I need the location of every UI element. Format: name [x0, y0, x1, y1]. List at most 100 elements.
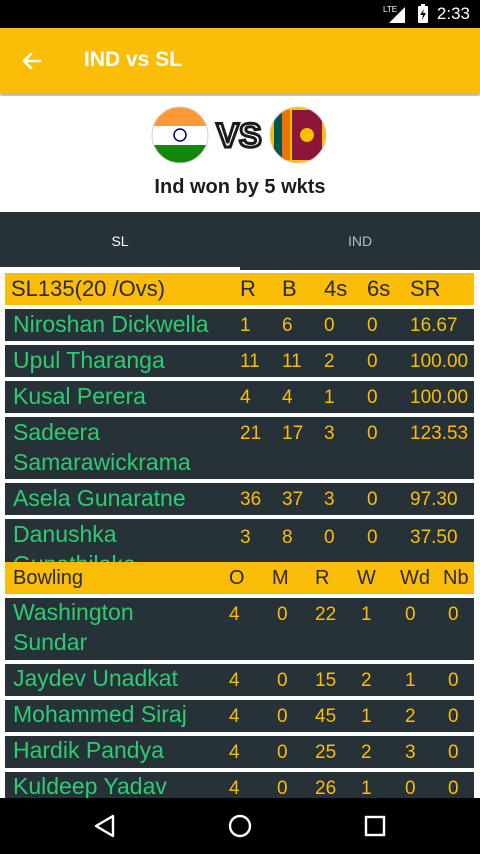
wickets: 1 — [361, 604, 372, 625]
recents-square-icon[interactable] — [361, 812, 389, 840]
bowling-table: Bowling O M R W Wd Nb Washington Sundar … — [5, 562, 474, 798]
runs: 11 — [240, 351, 260, 372]
balls: 17 — [282, 423, 304, 444]
row-divider — [5, 768, 474, 772]
battery-charging-icon — [417, 4, 428, 23]
scorecard-scroll[interactable]: SL135(20 /Ovs) R B 4s 6s SR Niroshan Dic… — [0, 270, 480, 798]
tab-ind[interactable]: IND — [240, 212, 480, 270]
runs: 3 — [240, 527, 251, 548]
tab-label: IND — [347, 233, 373, 249]
row-divider — [5, 479, 474, 483]
col-overs-header: O — [229, 567, 245, 589]
back-arrow-icon[interactable] — [18, 47, 46, 75]
home-circle-icon[interactable] — [226, 812, 254, 840]
col-runs-header: R — [240, 276, 256, 301]
col-noballs-header: Nb — [443, 567, 469, 589]
fours: 0 — [324, 315, 335, 336]
col-strike-rate-header: SR — [410, 276, 441, 301]
balls: 6 — [282, 315, 293, 336]
tab-sl[interactable]: SL — [0, 212, 240, 270]
maidens: 0 — [277, 778, 288, 798]
fours: 0 — [324, 527, 335, 548]
bowler-name: Jaydev Unadkat — [13, 665, 178, 691]
back-triangle-icon[interactable] — [91, 812, 119, 840]
batsman-name-line2: Samarawickrama — [13, 449, 191, 475]
batsman-name: Danushka — [13, 521, 117, 547]
batting-team-score: SL135(20 /Ovs) — [11, 276, 166, 301]
row-divider — [5, 341, 474, 345]
balls: 11 — [282, 351, 302, 372]
app-root: LTE 2:33 IND vs SL VS Ind won by 5 wkts … — [0, 0, 480, 854]
fours: 2 — [324, 351, 335, 372]
bowler-name: Washington — [13, 599, 134, 625]
runs: 21 — [240, 423, 262, 444]
tab-label: SL — [111, 233, 129, 249]
system-nav-bar — [0, 798, 480, 854]
strike-rate: 97.30 — [410, 489, 458, 510]
runs: 1 — [240, 315, 251, 336]
strike-rate: 100.00 — [410, 387, 469, 408]
maidens: 0 — [277, 742, 288, 763]
sri-lanka-flag-icon — [269, 106, 327, 164]
overs: 4 — [229, 706, 240, 727]
row-divider — [5, 594, 474, 598]
sixes: 0 — [367, 315, 378, 336]
wides: 0 — [405, 778, 416, 798]
bowler-name: Hardik Pandya — [13, 737, 164, 763]
strike-rate: 16.67 — [410, 315, 458, 336]
wickets: 2 — [361, 742, 372, 763]
clock: 2:33 — [436, 4, 470, 23]
maidens: 0 — [277, 670, 288, 691]
sixes: 0 — [367, 527, 378, 548]
balls: 8 — [282, 527, 293, 548]
bowler-name-line2: Sundar — [13, 629, 88, 655]
wides: 2 — [405, 706, 416, 727]
row-divider — [5, 660, 474, 664]
fours: 1 — [324, 387, 335, 408]
bowler-name: Mohammed Siraj — [13, 701, 187, 727]
col-wickets-header: W — [357, 567, 376, 589]
bowling-label: Bowling — [13, 567, 84, 589]
fours: 3 — [324, 489, 335, 510]
overs: 4 — [229, 778, 240, 798]
overs: 4 — [229, 670, 240, 691]
batsman-name: Sadeera — [13, 419, 100, 445]
wickets: 1 — [361, 706, 372, 727]
wides: 0 — [405, 604, 416, 625]
runs-conceded: 15 — [315, 670, 337, 691]
noballs: 0 — [448, 670, 459, 691]
noballs: 0 — [448, 742, 459, 763]
wides: 1 — [405, 670, 416, 691]
page-title: IND vs SL — [84, 48, 183, 71]
strike-rate: 123.53 — [410, 423, 469, 444]
overs: 4 — [229, 604, 240, 625]
vs-label: VS — [216, 117, 261, 155]
bowler-name: Kuldeep Yadav — [13, 773, 167, 798]
col-fours-header: 4s — [324, 276, 348, 301]
app-bar: IND vs SL — [0, 28, 480, 94]
batsman-name: Niroshan Dickwella — [13, 311, 209, 337]
runs-conceded: 45 — [315, 706, 337, 727]
batsman-name: Asela Gunaratne — [13, 485, 186, 511]
noballs: 0 — [448, 706, 459, 727]
team-tabs: SL IND — [0, 212, 480, 270]
col-balls-header: B — [282, 276, 297, 301]
batting-header-row: SL135(20 /Ovs) R B 4s 6s SR — [5, 273, 474, 305]
fours: 3 — [324, 423, 335, 444]
sixes: 0 — [367, 489, 378, 510]
col-sixes-header: 6s — [367, 276, 391, 301]
network-type-label: LTE — [383, 5, 397, 14]
row-divider — [5, 377, 474, 381]
strike-rate: 37.50 — [410, 527, 458, 548]
sixes: 0 — [367, 351, 378, 372]
match-result: Ind won by 5 wkts — [154, 176, 326, 198]
balls: 37 — [282, 489, 304, 510]
strike-rate: 100.00 — [410, 351, 469, 372]
maidens: 0 — [277, 604, 288, 625]
noballs: 0 — [448, 778, 459, 798]
batting-table: SL135(20 /Ovs) R B 4s 6s SR Niroshan Dic… — [5, 273, 474, 577]
match-header: VS Ind won by 5 wkts — [0, 96, 480, 212]
wickets: 1 — [361, 778, 372, 798]
row-divider — [5, 305, 474, 309]
runs-conceded: 26 — [315, 778, 337, 798]
